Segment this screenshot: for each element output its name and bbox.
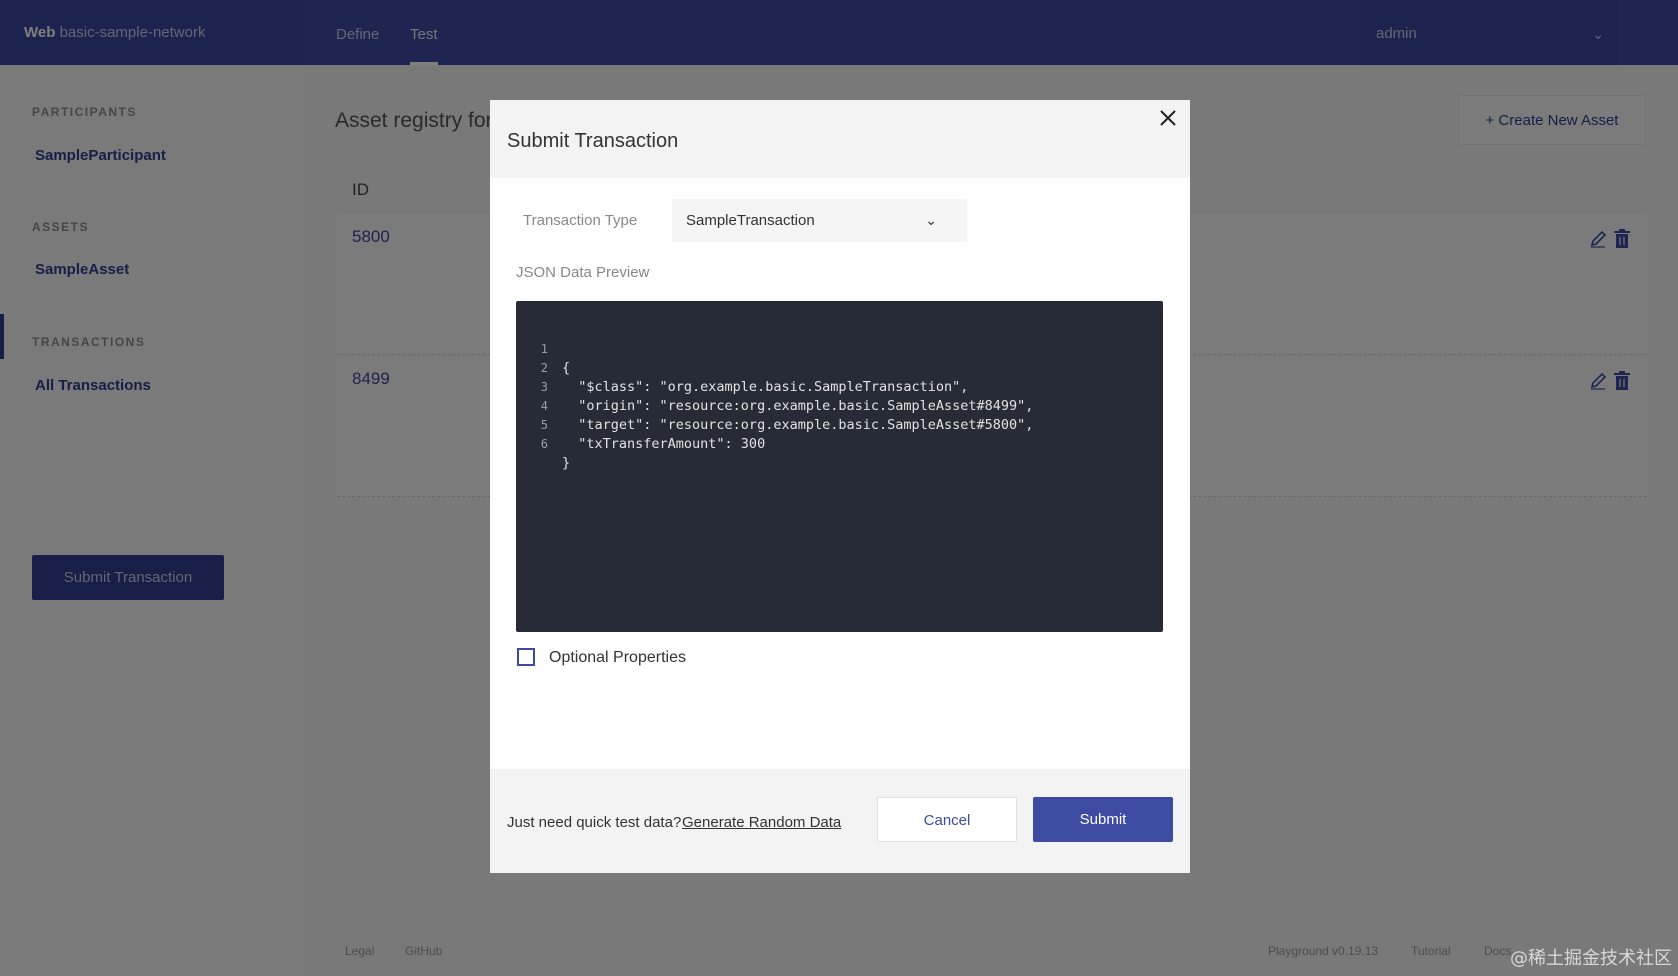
optional-properties-checkbox[interactable] bbox=[517, 648, 535, 666]
watermark: @稀土掘金技术社区 bbox=[1510, 948, 1672, 969]
close-icon[interactable] bbox=[1154, 104, 1182, 132]
transaction-type-select[interactable]: SampleTransaction ⌄ bbox=[672, 199, 967, 242]
submit-button[interactable]: Submit bbox=[1033, 797, 1173, 842]
code-line: 1 { bbox=[516, 321, 1163, 376]
dialog-header: Submit Transaction bbox=[490, 100, 1190, 178]
code-line: 5 "txTransferAmount": 300 bbox=[516, 397, 1163, 452]
code-line: 4 "target": "resource:org.example.basic.… bbox=[516, 378, 1163, 433]
submit-transaction-dialog: Submit Transaction Transaction Type Samp… bbox=[490, 100, 1190, 873]
dialog-footer: Just need quick test data? Generate Rand… bbox=[490, 769, 1190, 873]
json-code-editor[interactable]: 1 { 2 "$class": "org.example.basic.Sampl… bbox=[516, 301, 1163, 632]
dialog-title: Submit Transaction bbox=[507, 130, 679, 152]
code-text: "txTransferAmount": 300 bbox=[562, 436, 766, 452]
code-line: 3 "origin": "resource:org.example.basic.… bbox=[516, 359, 1163, 414]
cancel-button[interactable]: Cancel bbox=[877, 797, 1017, 842]
transaction-type-value: SampleTransaction bbox=[686, 212, 815, 229]
quick-test-data-text: Just need quick test data? bbox=[507, 814, 682, 831]
code-line: 6 } bbox=[516, 416, 1163, 471]
generate-random-data-link[interactable]: Generate Random Data bbox=[682, 814, 841, 831]
json-preview-label: JSON Data Preview bbox=[516, 264, 650, 281]
code-line: 2 "$class": "org.example.basic.SampleTra… bbox=[516, 340, 1163, 395]
transaction-type-label: Transaction Type bbox=[523, 212, 638, 229]
optional-properties-label[interactable]: Optional Properties bbox=[549, 649, 686, 667]
code-text: } bbox=[562, 455, 571, 471]
chevron-down-icon: ⌄ bbox=[925, 212, 937, 228]
dialog-body: Transaction Type SampleTransaction ⌄ JSO… bbox=[490, 178, 1190, 769]
line-number: 6 bbox=[540, 437, 548, 451]
